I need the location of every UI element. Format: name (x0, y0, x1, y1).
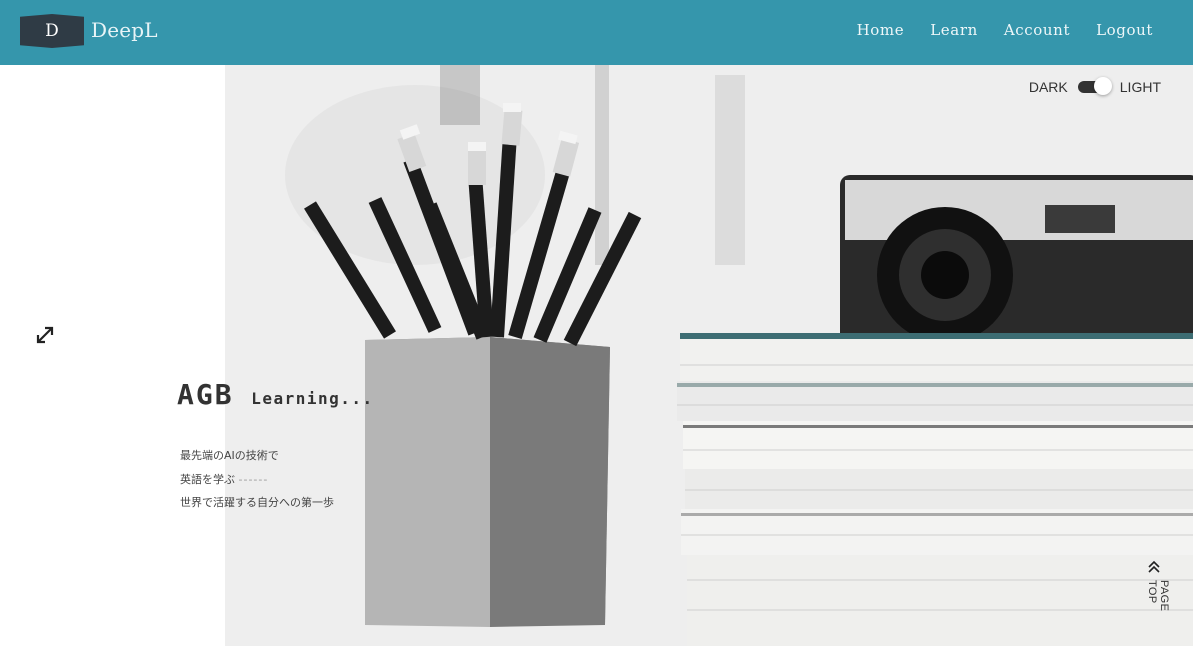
hero-image (225, 65, 1193, 646)
switch-knob (1093, 77, 1112, 95)
expand-icon[interactable] (34, 324, 56, 346)
nav-home[interactable]: Home (857, 21, 905, 39)
nav-logout[interactable]: Logout (1096, 21, 1153, 39)
dark-label: DARK (1028, 79, 1068, 95)
top-header: D DeepL Home Learn Account Logout (0, 0, 1193, 65)
nav-account[interactable]: Account (1004, 21, 1070, 39)
theme-switch[interactable] (1077, 77, 1112, 95)
hero-tagline: 最先端のAIの技術で 英語を学ぶ ------ 世界で活躍する自分への第一歩 (180, 444, 334, 515)
page-top-button[interactable]: PAGE TOP (1144, 560, 1170, 634)
light-label: LIGHT (1119, 79, 1161, 95)
logo-mark[interactable]: D (20, 14, 84, 48)
logo-letter: D (45, 21, 59, 41)
title-main: AGB (177, 378, 234, 411)
brand-name[interactable]: DeepL (91, 18, 158, 42)
main-nav: Home Learn Account Logout (857, 21, 1153, 39)
theme-toggle: DARK LIGHT (1028, 77, 1161, 95)
tagline-line-2: 英語を学ぶ ------ (180, 468, 334, 492)
hero-title: AGB Learning... (177, 378, 374, 411)
tagline-dash: ------ (238, 472, 269, 486)
double-chevron-up-icon (1148, 560, 1160, 573)
title-sub: Learning... (251, 389, 374, 408)
tagline-line-2-text: 英語を学ぶ (180, 472, 235, 486)
tagline-line-3: 世界で活躍する自分への第一歩 (180, 496, 334, 509)
nav-learn[interactable]: Learn (930, 21, 978, 39)
page-top-label: PAGE TOP (1146, 580, 1170, 612)
tagline-line-1: 最先端のAIの技術で (180, 449, 279, 462)
hero-illustration (225, 65, 1193, 646)
